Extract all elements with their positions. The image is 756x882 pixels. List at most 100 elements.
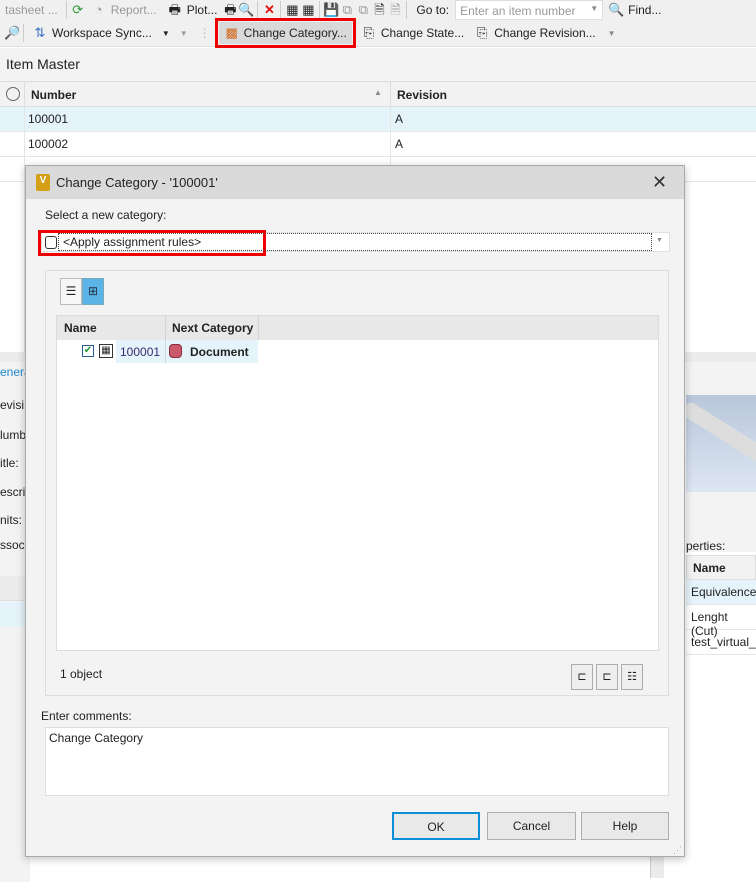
plot-button[interactable]: 🖶 Plot... <box>162 0 223 21</box>
find-label: Find... <box>628 3 662 17</box>
properties-header: Name <box>686 555 756 580</box>
change-state-label: Change State... <box>380 26 465 40</box>
separator <box>65 1 67 19</box>
report-button[interactable]: ◔ Report... <box>86 0 162 21</box>
properties-label: perties: <box>686 539 726 553</box>
document-copy-icon[interactable]: 🗎 <box>387 2 403 18</box>
table-row[interactable]: ✔ ▦ 100001 Document <box>57 340 658 364</box>
change-revision-label: Change Revision... <box>494 26 596 40</box>
table-row[interactable]: 100002 A <box>0 132 756 157</box>
search-properties-icon[interactable]: 🔎 <box>4 25 20 41</box>
column-next-category[interactable]: Next Category <box>172 321 253 335</box>
comments-textarea[interactable]: Change Category <box>45 727 669 796</box>
sort-ascending-icon: ▲ <box>374 88 382 97</box>
change-category-button[interactable]: ▩ Change Category... <box>214 18 356 48</box>
help-button[interactable]: Help <box>581 812 669 840</box>
search-icon: 🔍 <box>608 2 625 17</box>
column-name[interactable]: Name <box>693 561 726 575</box>
objects-panel: ☰ ⊞ Name Next Category ✔ ▦ 100001 Docume… <box>45 270 669 696</box>
printer-icon: 🖶 <box>168 2 181 17</box>
label-description: escri <box>0 485 26 499</box>
cell-revision: A <box>395 137 404 151</box>
copy-icon[interactable]: ⧉ <box>339 2 355 18</box>
preview-image <box>686 395 756 492</box>
list-view-button[interactable]: ☰ <box>60 278 82 305</box>
tree-expand-icon: ⊏ <box>577 671 587 683</box>
divider <box>258 316 259 340</box>
item-icon: ▦ <box>99 344 113 358</box>
move-icon[interactable]: ⧉ <box>355 2 371 18</box>
row-checkbox[interactable]: ✔ <box>82 345 94 357</box>
goto-placeholder: Enter an item number <box>460 4 576 18</box>
category-color-swatch <box>169 344 182 358</box>
find-button[interactable]: 🔍 Find... <box>603 0 666 21</box>
print-icon[interactable]: 🖶 <box>222 2 238 18</box>
table-row[interactable]: 100001 A <box>0 107 756 132</box>
tree-view-button[interactable]: ⊞ <box>82 278 104 305</box>
close-icon[interactable]: ✕ <box>652 172 667 193</box>
list-icon: ☰ <box>65 284 77 298</box>
change-revision-button[interactable]: ⎘ Change Revision... ▼ <box>469 22 620 44</box>
tree-icon: ⊞ <box>87 284 99 298</box>
toolbar-main: tasheet ... ⟳ ◔ Report... 🖶 Plot... 🖶 🔍 ✕ … <box>0 0 756 20</box>
change-state-button[interactable]: ⎘ Change State... <box>356 22 469 44</box>
resize-grip-icon[interactable]: ⋰ <box>673 845 682 856</box>
property-name: test_virtual_p <box>691 635 756 649</box>
refresh-icon[interactable]: ⟳ <box>70 2 86 18</box>
chevron-down-icon[interactable]: ▼ <box>608 29 616 38</box>
change-state-icon: ⎘ <box>363 25 375 40</box>
right-panel: perties: Name Equivalence Lenght (Cut) t… <box>686 362 756 878</box>
item-master-header: Item Master <box>0 48 756 81</box>
scrollbar[interactable] <box>650 857 664 878</box>
ok-button[interactable]: OK <box>392 812 480 840</box>
column-number[interactable]: Number <box>31 88 76 102</box>
select-all-radio[interactable] <box>6 87 20 101</box>
preview-toolbar <box>686 362 756 395</box>
goto-label: Go to: <box>416 3 450 17</box>
chevron-down-icon[interactable]: ▼ <box>590 4 598 13</box>
property-name: Equivalence <box>691 585 756 599</box>
details-button[interactable]: ☷ <box>621 664 643 690</box>
property-row[interactable]: Equivalence <box>686 580 756 605</box>
chevron-down-icon[interactable]: ▼ <box>656 237 663 244</box>
delete-icon[interactable]: ✕ <box>261 2 277 18</box>
select-category-label: Select a new category: <box>45 208 167 222</box>
workspace-sync-button[interactable]: ⇅ Workspace Sync... ▼ ▼ <box>27 22 193 44</box>
cell-number: 100002 <box>28 137 69 151</box>
category-color-swatch <box>45 236 57 249</box>
grid-header: Name Next Category <box>57 316 658 340</box>
label-title: itle: <box>0 456 19 470</box>
change-category-dialog: V Change Category - '100001' ✕ Select a … <box>25 165 685 857</box>
datasheet-button[interactable]: tasheet ... <box>0 0 63 21</box>
chevron-down-icon[interactable]: ▼ <box>162 29 170 38</box>
change-category-icon: ▩ <box>225 25 238 40</box>
expand-button[interactable]: ⊏ <box>571 664 593 690</box>
cancel-button[interactable]: Cancel <box>487 812 576 840</box>
export-table-icon[interactable]: ▦ <box>284 2 300 18</box>
property-row[interactable]: test_virtual_p <box>686 630 756 655</box>
save-web-icon[interactable]: 💾 <box>323 2 339 18</box>
workspace-sync-label: Workspace Sync... <box>52 26 152 40</box>
overflow-icon[interactable]: ▼ <box>180 29 188 38</box>
goto-input[interactable]: Enter an item number ▼ <box>455 0 604 20</box>
column-name[interactable]: Name <box>64 321 97 335</box>
collapse-button[interactable]: ⊏ <box>596 664 618 690</box>
column-revision[interactable]: Revision <box>397 88 447 102</box>
label-associations: ssoc <box>0 538 25 552</box>
divider <box>165 340 166 363</box>
dialog-title: Change Category - '100001' <box>56 175 218 190</box>
separator <box>319 1 321 19</box>
label-revision: evisi <box>0 398 25 412</box>
document-icon[interactable]: 🗎 <box>371 2 387 18</box>
tree-collapse-icon: ⊏ <box>602 671 612 683</box>
change-revision-icon: ⎘ <box>477 25 488 40</box>
divider <box>24 82 25 107</box>
category-value: <Apply assignment rules> <box>63 235 202 249</box>
import-table-icon[interactable]: ▦ <box>300 2 316 18</box>
category-combobox[interactable]: <Apply assignment rules> ▼ <box>38 230 670 256</box>
objects-grid: Name Next Category ✔ ▦ 100001 Document <box>56 315 659 651</box>
property-row[interactable]: Lenght (Cut) <box>686 605 756 638</box>
print-preview-icon[interactable]: 🔍 <box>238 2 254 18</box>
plot-label: Plot... <box>186 3 218 17</box>
report-icon: ◔ <box>94 2 103 17</box>
